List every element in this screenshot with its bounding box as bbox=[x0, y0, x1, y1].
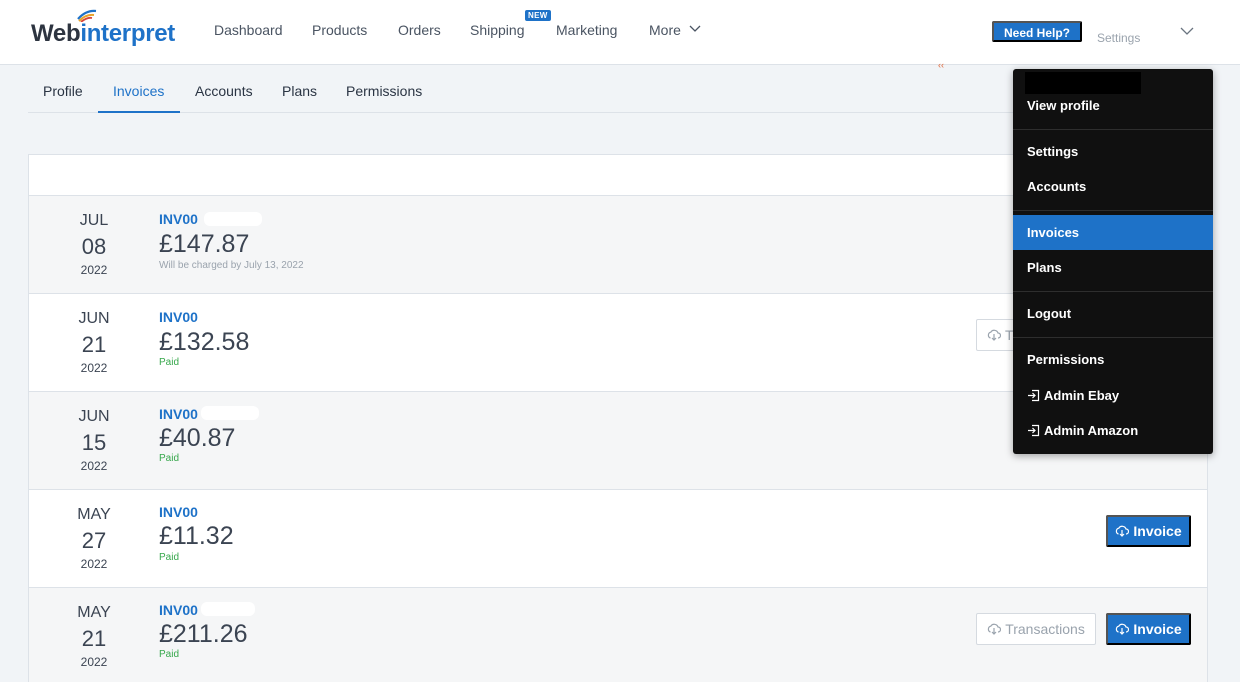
redacted-block bbox=[201, 406, 259, 420]
invoice-button-label: Invoice bbox=[1133, 523, 1182, 539]
invoice-day: 21 bbox=[81, 332, 107, 357]
invoice-status: Will be charged by July 13, 2022 bbox=[159, 260, 304, 271]
invoice-day: 27 bbox=[81, 528, 107, 553]
invoice-year: 2022 bbox=[80, 459, 108, 473]
invoice-month: MAY bbox=[77, 506, 111, 523]
menu-item-logout[interactable]: Logout bbox=[1013, 296, 1213, 331]
invoice-amount: £40.87 bbox=[159, 424, 236, 452]
menu-divider bbox=[1013, 129, 1213, 130]
invoice-amount: £211.26 bbox=[159, 620, 248, 648]
invoice-year: 2022 bbox=[80, 557, 108, 571]
menu-item-accounts[interactable]: Accounts bbox=[1013, 169, 1213, 204]
invoice-row: MAY 27 2022 INV00 £11.32 Paid Invoice bbox=[29, 490, 1207, 588]
top-navbar: Web interpret Dashboard Products Orders S… bbox=[0, 0, 1240, 65]
new-badge: NEW bbox=[525, 10, 551, 21]
menu-item-plans[interactable]: Plans bbox=[1013, 250, 1213, 285]
nav-products[interactable]: Products bbox=[312, 22, 367, 38]
need-help-button[interactable]: Need Help? bbox=[992, 21, 1082, 42]
invoice-year: 2022 bbox=[80, 263, 108, 277]
chevron-down-icon[interactable] bbox=[689, 25, 701, 33]
menu-item-invoices[interactable]: Invoices bbox=[1013, 215, 1213, 250]
invoice-number-link[interactable]: INV00 bbox=[159, 211, 198, 227]
menu-item-label: Invoices bbox=[1027, 225, 1080, 240]
invoice-year: 2022 bbox=[80, 361, 108, 375]
logo-text-interpret: interpret bbox=[80, 20, 175, 47]
invoice-month: JUN bbox=[78, 310, 110, 327]
menu-item-permissions[interactable]: Permissions bbox=[1013, 342, 1213, 377]
tab-profile[interactable]: Profile bbox=[43, 83, 83, 99]
redacted-block bbox=[201, 602, 255, 616]
menu-item-label: Admin Amazon bbox=[1044, 423, 1139, 438]
menu-item-label: View profile bbox=[1027, 98, 1100, 113]
account-dropdown-menu: View profile Settings Accounts Invoices … bbox=[1013, 69, 1213, 454]
transactions-button[interactable]: Transactions bbox=[976, 613, 1096, 645]
menu-item-label: Logout bbox=[1027, 306, 1072, 321]
invoice-month: MAY bbox=[77, 604, 111, 621]
menu-item-label: Accounts bbox=[1027, 179, 1087, 194]
webinterpret-logo[interactable]: Web interpret bbox=[31, 9, 175, 50]
invoice-number-link[interactable]: INV00 bbox=[159, 504, 198, 520]
invoice-status: Paid bbox=[159, 552, 180, 563]
tab-accounts[interactable]: Accounts bbox=[195, 83, 253, 99]
invoice-download-button[interactable]: Invoice bbox=[1106, 515, 1191, 547]
invoice-number-link[interactable]: INV00 bbox=[159, 309, 198, 325]
nav-dashboard[interactable]: Dashboard bbox=[214, 22, 283, 38]
nav-shipping[interactable]: Shipping bbox=[470, 22, 525, 38]
menu-item-label: Admin Ebay bbox=[1044, 388, 1120, 403]
invoice-month: JUN bbox=[78, 408, 110, 425]
tab-plans[interactable]: Plans bbox=[282, 83, 317, 99]
menu-item-label: Plans bbox=[1027, 260, 1062, 275]
settings-link[interactable]: Settings bbox=[1097, 31, 1140, 45]
cloud-download-icon bbox=[988, 623, 1002, 635]
menu-item-label: Permissions bbox=[1027, 352, 1105, 367]
menu-item-admin-ebay[interactable]: Admin Ebay bbox=[1013, 378, 1213, 413]
invoice-year: 2022 bbox=[80, 655, 108, 669]
cloud-download-icon bbox=[1116, 525, 1130, 537]
active-tab-indicator bbox=[98, 111, 180, 113]
menu-divider bbox=[1013, 210, 1213, 211]
redacted-block bbox=[204, 212, 262, 226]
nav-marketing[interactable]: Marketing bbox=[556, 22, 617, 38]
invoice-amount: £132.58 bbox=[159, 328, 250, 356]
invoice-number-link[interactable]: INV00 bbox=[159, 602, 198, 618]
invoice-status: Paid bbox=[159, 357, 180, 368]
tab-permissions[interactable]: Permissions bbox=[346, 83, 422, 99]
nav-more[interactable]: More bbox=[649, 22, 681, 38]
menu-divider bbox=[1013, 337, 1213, 338]
invoice-day: 08 bbox=[81, 234, 107, 259]
cloud-download-icon bbox=[987, 329, 1001, 341]
menu-divider bbox=[1013, 291, 1213, 292]
sign-in-icon bbox=[1028, 389, 1040, 402]
account-chevron-icon[interactable] bbox=[1180, 27, 1194, 35]
invoice-number-link[interactable]: INV00 bbox=[159, 406, 198, 422]
menu-item-label: Settings bbox=[1027, 144, 1079, 159]
invoice-amount: £11.32 bbox=[159, 522, 234, 550]
menu-item-view-profile[interactable]: View profile bbox=[1013, 88, 1213, 123]
invoice-day: 21 bbox=[81, 626, 107, 651]
sign-in-icon bbox=[1028, 424, 1040, 437]
menu-item-admin-amazon[interactable]: Admin Amazon bbox=[1013, 413, 1213, 448]
cloud-download-icon bbox=[1116, 623, 1130, 635]
logo-swoosh-icon bbox=[77, 9, 97, 22]
nav-orders[interactable]: Orders bbox=[398, 22, 441, 38]
transactions-label: Transactions bbox=[1005, 621, 1085, 637]
logo-text-web: Web bbox=[31, 20, 81, 47]
menu-item-settings[interactable]: Settings bbox=[1013, 134, 1213, 169]
invoice-download-button[interactable]: Invoice bbox=[1106, 613, 1191, 645]
invoice-amount: £147.87 bbox=[159, 230, 250, 258]
invoice-button-label: Invoice bbox=[1133, 621, 1182, 637]
invoice-status: Paid bbox=[159, 649, 180, 660]
tab-invoices[interactable]: Invoices bbox=[113, 83, 164, 99]
invoice-row: MAY 21 2022 INV00 £211.26 Paid Transacti… bbox=[29, 588, 1207, 682]
invoice-status: Paid bbox=[159, 453, 180, 464]
invoice-day: 15 bbox=[81, 430, 107, 455]
invoice-month: JUL bbox=[79, 212, 109, 229]
